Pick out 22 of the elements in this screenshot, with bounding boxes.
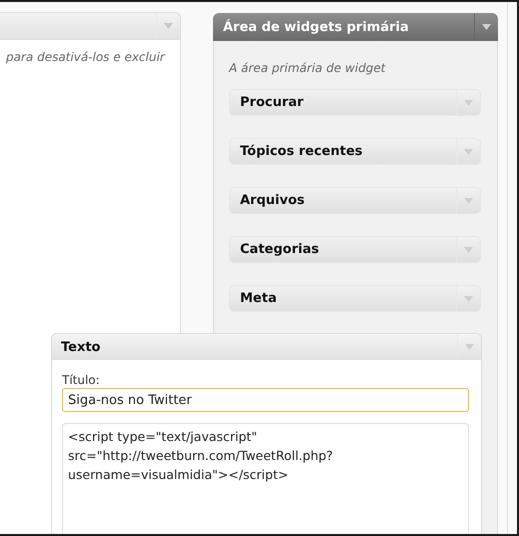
caret-icon[interactable] [464,148,473,154]
widget-item[interactable]: Procurar [229,89,481,116]
title-input[interactable]: Siga-nos no Twitter [62,388,469,412]
widget-item[interactable]: Meta [229,285,481,312]
caret-icon[interactable] [464,100,473,106]
field-label: Título: [62,373,101,387]
caret-icon[interactable] [164,23,173,29]
caret-icon[interactable] [465,344,474,350]
caret-icon[interactable] [482,24,491,30]
content-textarea[interactable]: <script type="text/javascript" src="http://tweetburn.com/TweetRoll.php? username=visualmidia"></script> [62,423,469,534]
widget-item[interactable]: Categorias [229,236,481,263]
sidebar-header[interactable]: Área de widgets primária [213,13,498,41]
panel-description: para desativá-los e excluir [6,50,165,64]
widget-item[interactable]: Tópicos recentes [229,138,481,165]
sidebar-title: Área de widgets primária [222,20,409,34]
widget-title: Texto [60,340,100,354]
caret-icon[interactable] [464,296,473,302]
sidebar-description: A área primária de widget [229,61,387,75]
caret-icon[interactable] [464,198,473,204]
caret-icon[interactable] [464,246,473,252]
widget-header[interactable]: Texto [52,334,481,360]
widget-item[interactable]: Arquivos [229,187,481,214]
